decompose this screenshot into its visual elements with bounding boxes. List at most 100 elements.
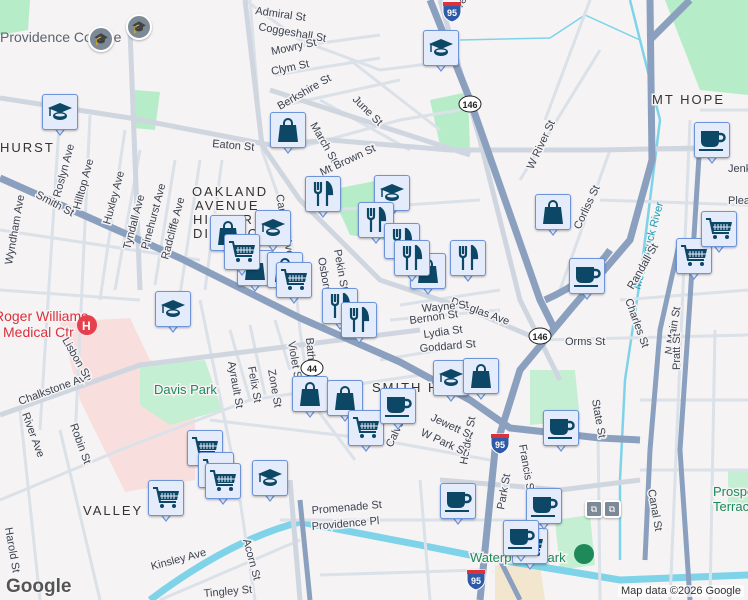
neighborhood-label: MT HOPE [652,92,725,107]
school-marker[interactable] [423,30,459,76]
shield-number: 95 [471,576,481,586]
restaurant-icon [305,176,341,212]
street-label: Promenade St [311,499,382,517]
street-label: Pratt St [671,333,683,370]
school-icon [255,210,291,246]
cafe-marker[interactable] [543,410,579,456]
cafe-icon [526,488,562,524]
google-logo: Google [6,576,72,597]
shopping-cart-icon [701,211,737,247]
school-marker[interactable] [155,291,191,337]
shopping-bag-icon [463,358,499,394]
food-marker[interactable] [341,302,377,348]
shopping-cart-icon [348,410,384,446]
tree-icon[interactable] [574,544,594,564]
school-icon [155,291,191,327]
street-label: Lydia St [423,324,464,341]
street-label: Pekin St [331,248,350,290]
restaurant-icon [450,240,486,276]
cart-marker[interactable] [224,234,260,280]
school-pin-icon[interactable]: 🎓 [126,14,152,40]
cart-marker[interactable] [276,262,312,308]
cafe-marker[interactable] [503,520,539,566]
shopping-cart-icon [276,262,312,298]
cafe-marker[interactable] [569,258,605,304]
food-marker[interactable] [305,176,341,222]
shopping-bag-icon [535,194,571,230]
neighborhood-label: VALLEY [83,503,143,518]
park-label: Prospect [713,484,748,499]
cafe-icon [543,410,579,446]
street-label: State St [589,398,608,439]
food-marker[interactable] [450,240,486,286]
street-label: Robin St [67,422,93,466]
shield-number: 146 [532,332,547,342]
route-shield-icon: 146 [528,327,552,345]
shield-number: 95 [495,440,505,450]
bag-marker[interactable] [463,358,499,404]
school-marker[interactable] [42,94,78,140]
street-label: Harold St [2,526,22,573]
place-label: Roger Williams [0,308,88,324]
cafe-marker[interactable] [380,388,416,434]
shopping-cart-icon [224,234,260,270]
neighborhood-label: HURST [0,140,55,155]
restaurant-icon [341,302,377,338]
street-label: Zone St [265,368,284,408]
cafe-marker[interactable] [440,483,476,529]
restaurant-icon [394,240,430,276]
train-icon[interactable]: ⧉ [603,500,621,518]
school-icon [423,30,459,66]
shopping-cart-icon [205,463,241,499]
route-shield-icon: 44 [300,359,324,377]
street-label: Acorn St [240,538,263,582]
bag-marker[interactable] [270,112,306,158]
cafe-icon [440,483,476,519]
street-label: Mowry St [270,37,317,58]
food-marker[interactable] [394,240,430,286]
park-label: Terrace [713,499,748,514]
cart-marker[interactable] [701,211,737,257]
cafe-icon [569,258,605,294]
school-marker[interactable] [252,460,288,506]
street-label: Eaton St [212,138,255,154]
cafe-icon [380,388,416,424]
street-label: Hilltop Ave [71,158,96,211]
neighborhood-label: AVENUE [195,198,260,213]
cafe-icon [694,122,730,158]
school-icon [42,94,78,130]
route-shield-icon: 146 [458,95,482,113]
map-canvas[interactable]: Providence College Roger Williams Medica… [0,0,748,600]
cart-marker[interactable] [348,410,384,456]
bag-marker[interactable] [292,376,328,422]
street-label: Clym St [270,58,310,78]
street-label: Pleasant St [728,195,748,207]
cafe-marker[interactable] [694,122,730,168]
train-icon[interactable]: ⧉ [585,500,603,518]
street-label: W River St [525,119,558,172]
shopping-bag-icon [270,112,306,148]
hospital-icon-glyph: H [82,319,91,333]
street-label: Park St [495,473,513,511]
shield-number: 95 [447,8,457,18]
stream [459,14,641,41]
street-label: Orms St [565,336,605,348]
street-label: Jenkins St [728,163,748,175]
shield-number: 44 [307,364,317,374]
street-label: Corliss St [572,184,603,232]
street-label: Huxley Ave [101,170,127,226]
bag-marker[interactable] [535,194,571,240]
neighborhood-label: OAKLAND [192,184,268,199]
street-label: Charles St [622,297,651,349]
place-label: Medical Ctr [3,324,74,340]
shield-number: 146 [462,100,477,110]
school-pin-icon[interactable]: 🎓 [88,26,114,52]
map-attribution[interactable]: Map data ©2026 Google [617,585,744,597]
park-label: Davis Park [154,382,217,397]
cart-marker[interactable] [205,463,241,509]
cafe-icon [503,520,539,556]
shopping-bag-icon [292,376,328,412]
cart-marker[interactable] [148,480,184,526]
street-label: Tingley St [203,584,252,600]
school-icon [252,460,288,496]
